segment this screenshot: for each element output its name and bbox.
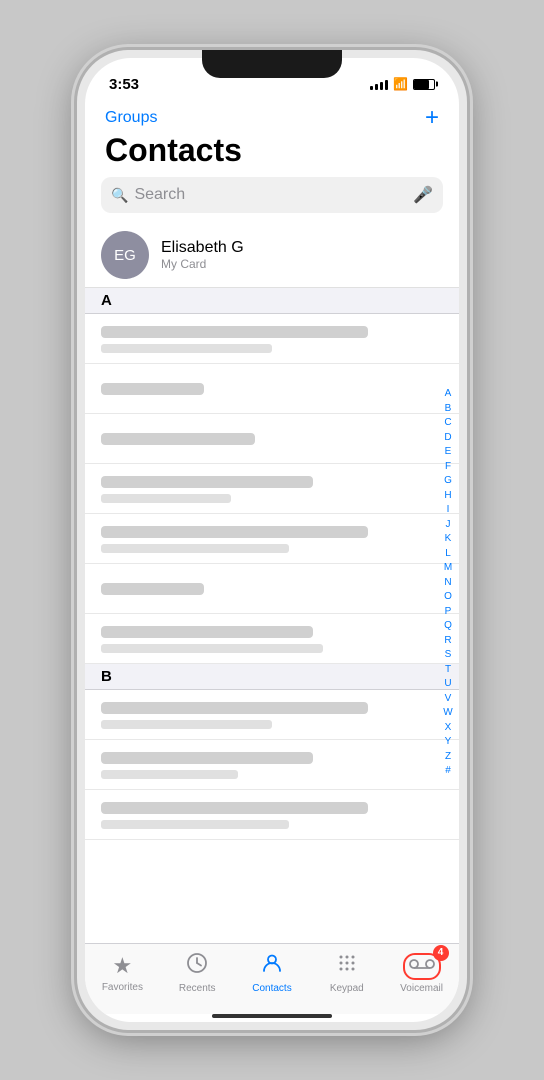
contact-name-blur (101, 526, 368, 538)
battery-icon (413, 79, 435, 90)
tab-bar: ★ Favorites Recents (85, 943, 459, 1014)
nav-header: Groups + (85, 102, 459, 130)
alpha-u[interactable]: U (441, 677, 455, 692)
alpha-p[interactable]: P (441, 605, 455, 620)
contact-name-blur (101, 383, 204, 395)
tab-favorites-label: Favorites (102, 982, 143, 993)
contact-sub-blur (101, 494, 231, 503)
my-card-name: Elisabeth G (161, 239, 244, 257)
status-time: 3:53 (109, 76, 139, 93)
alpha-s[interactable]: S (441, 648, 455, 663)
contact-row[interactable] (85, 690, 459, 740)
alpha-q[interactable]: Q (441, 619, 455, 634)
contact-row[interactable] (85, 414, 459, 464)
contact-sub-blur (101, 820, 289, 829)
contact-row[interactable] (85, 614, 459, 664)
phone-screen: 3:53 📶 Groups + Con (85, 58, 459, 1022)
tab-voicemail[interactable]: 4 Voicemail (384, 953, 459, 994)
contact-sub-blur (101, 544, 289, 553)
content-area: Groups + Contacts 🔍 Search 🎤 EG Elisabet… (85, 102, 459, 1022)
phone-device: 3:53 📶 Groups + Con (77, 50, 467, 1030)
contact-row[interactable] (85, 514, 459, 564)
alpha-z[interactable]: Z (441, 750, 455, 765)
alpha-v[interactable]: V (441, 692, 455, 707)
alpha-e[interactable]: E (441, 445, 455, 460)
contact-row[interactable] (85, 790, 459, 840)
tab-keypad[interactable]: Keypad (309, 952, 384, 994)
alpha-h[interactable]: H (441, 489, 455, 504)
section-header-a: A (85, 288, 459, 314)
notch (202, 50, 342, 78)
tab-keypad-label: Keypad (330, 983, 364, 994)
tab-favorites[interactable]: ★ Favorites (85, 953, 160, 993)
contact-row[interactable] (85, 314, 459, 364)
star-icon: ★ (113, 953, 133, 979)
search-icon: 🔍 (111, 187, 128, 204)
clock-icon (186, 952, 208, 980)
alphabet-index[interactable]: A B C D E F G H I J K L M N O P Q (441, 223, 455, 943)
alpha-hash[interactable]: # (441, 764, 455, 779)
alpha-m[interactable]: M (441, 561, 455, 576)
contact-sub-blur (101, 344, 272, 353)
alpha-d[interactable]: D (441, 431, 455, 446)
alpha-i[interactable]: I (441, 503, 455, 518)
my-card-subtitle: My Card (161, 257, 244, 271)
search-input[interactable]: Search (134, 186, 407, 204)
status-icons: 📶 (370, 77, 435, 91)
tab-recents-label: Recents (179, 983, 216, 994)
tab-voicemail-label: Voicemail (400, 983, 443, 994)
contact-name-blur (101, 476, 313, 488)
microphone-icon[interactable]: 🎤 (413, 185, 433, 205)
voicemail-badge: 4 (433, 945, 449, 961)
contact-name-blur (101, 326, 368, 338)
alpha-o[interactable]: O (441, 590, 455, 605)
contact-row[interactable] (85, 364, 459, 414)
alpha-w[interactable]: W (441, 706, 455, 721)
contact-row[interactable] (85, 464, 459, 514)
alpha-x[interactable]: X (441, 721, 455, 736)
tab-contacts-label: Contacts (252, 983, 291, 994)
keypad-icon (336, 952, 358, 980)
contact-sub-blur (101, 770, 238, 779)
contact-name-blur (101, 626, 313, 638)
tab-recents[interactable]: Recents (160, 952, 235, 994)
contact-sub-blur (101, 644, 323, 653)
add-contact-button[interactable]: + (425, 106, 439, 130)
alpha-n[interactable]: N (441, 576, 455, 591)
groups-button[interactable]: Groups (105, 109, 157, 127)
alpha-a[interactable]: A (441, 387, 455, 402)
alpha-t[interactable]: T (441, 663, 455, 678)
alpha-r[interactable]: R (441, 634, 455, 649)
tab-contacts[interactable]: Contacts (235, 952, 310, 994)
search-bar[interactable]: 🔍 Search 🎤 (101, 177, 443, 213)
page-title: Contacts (85, 130, 459, 177)
alpha-f[interactable]: F (441, 460, 455, 475)
contact-sub-blur (101, 720, 272, 729)
signal-icon (370, 78, 388, 90)
alpha-y[interactable]: Y (441, 735, 455, 750)
contact-name-blur (101, 752, 313, 764)
contact-row[interactable] (85, 564, 459, 614)
contact-name-blur (101, 802, 368, 814)
alpha-b[interactable]: B (441, 402, 455, 417)
avatar: EG (101, 231, 149, 279)
contact-row[interactable] (85, 740, 459, 790)
alpha-k[interactable]: K (441, 532, 455, 547)
contact-name-blur (101, 702, 368, 714)
alpha-c[interactable]: C (441, 416, 455, 431)
alpha-g[interactable]: G (441, 474, 455, 489)
contact-name-blur (101, 583, 204, 595)
person-icon (261, 952, 283, 980)
voicemail-icon-wrap: 4 (403, 953, 441, 980)
section-header-b: B (85, 664, 459, 690)
my-card[interactable]: EG Elisabeth G My Card (85, 223, 459, 288)
home-indicator (212, 1014, 332, 1018)
wifi-icon: 📶 (393, 77, 408, 91)
alpha-j[interactable]: J (441, 518, 455, 533)
contact-name-blur (101, 433, 255, 445)
alpha-l[interactable]: L (441, 547, 455, 562)
contacts-list: EG Elisabeth G My Card A (85, 223, 459, 943)
